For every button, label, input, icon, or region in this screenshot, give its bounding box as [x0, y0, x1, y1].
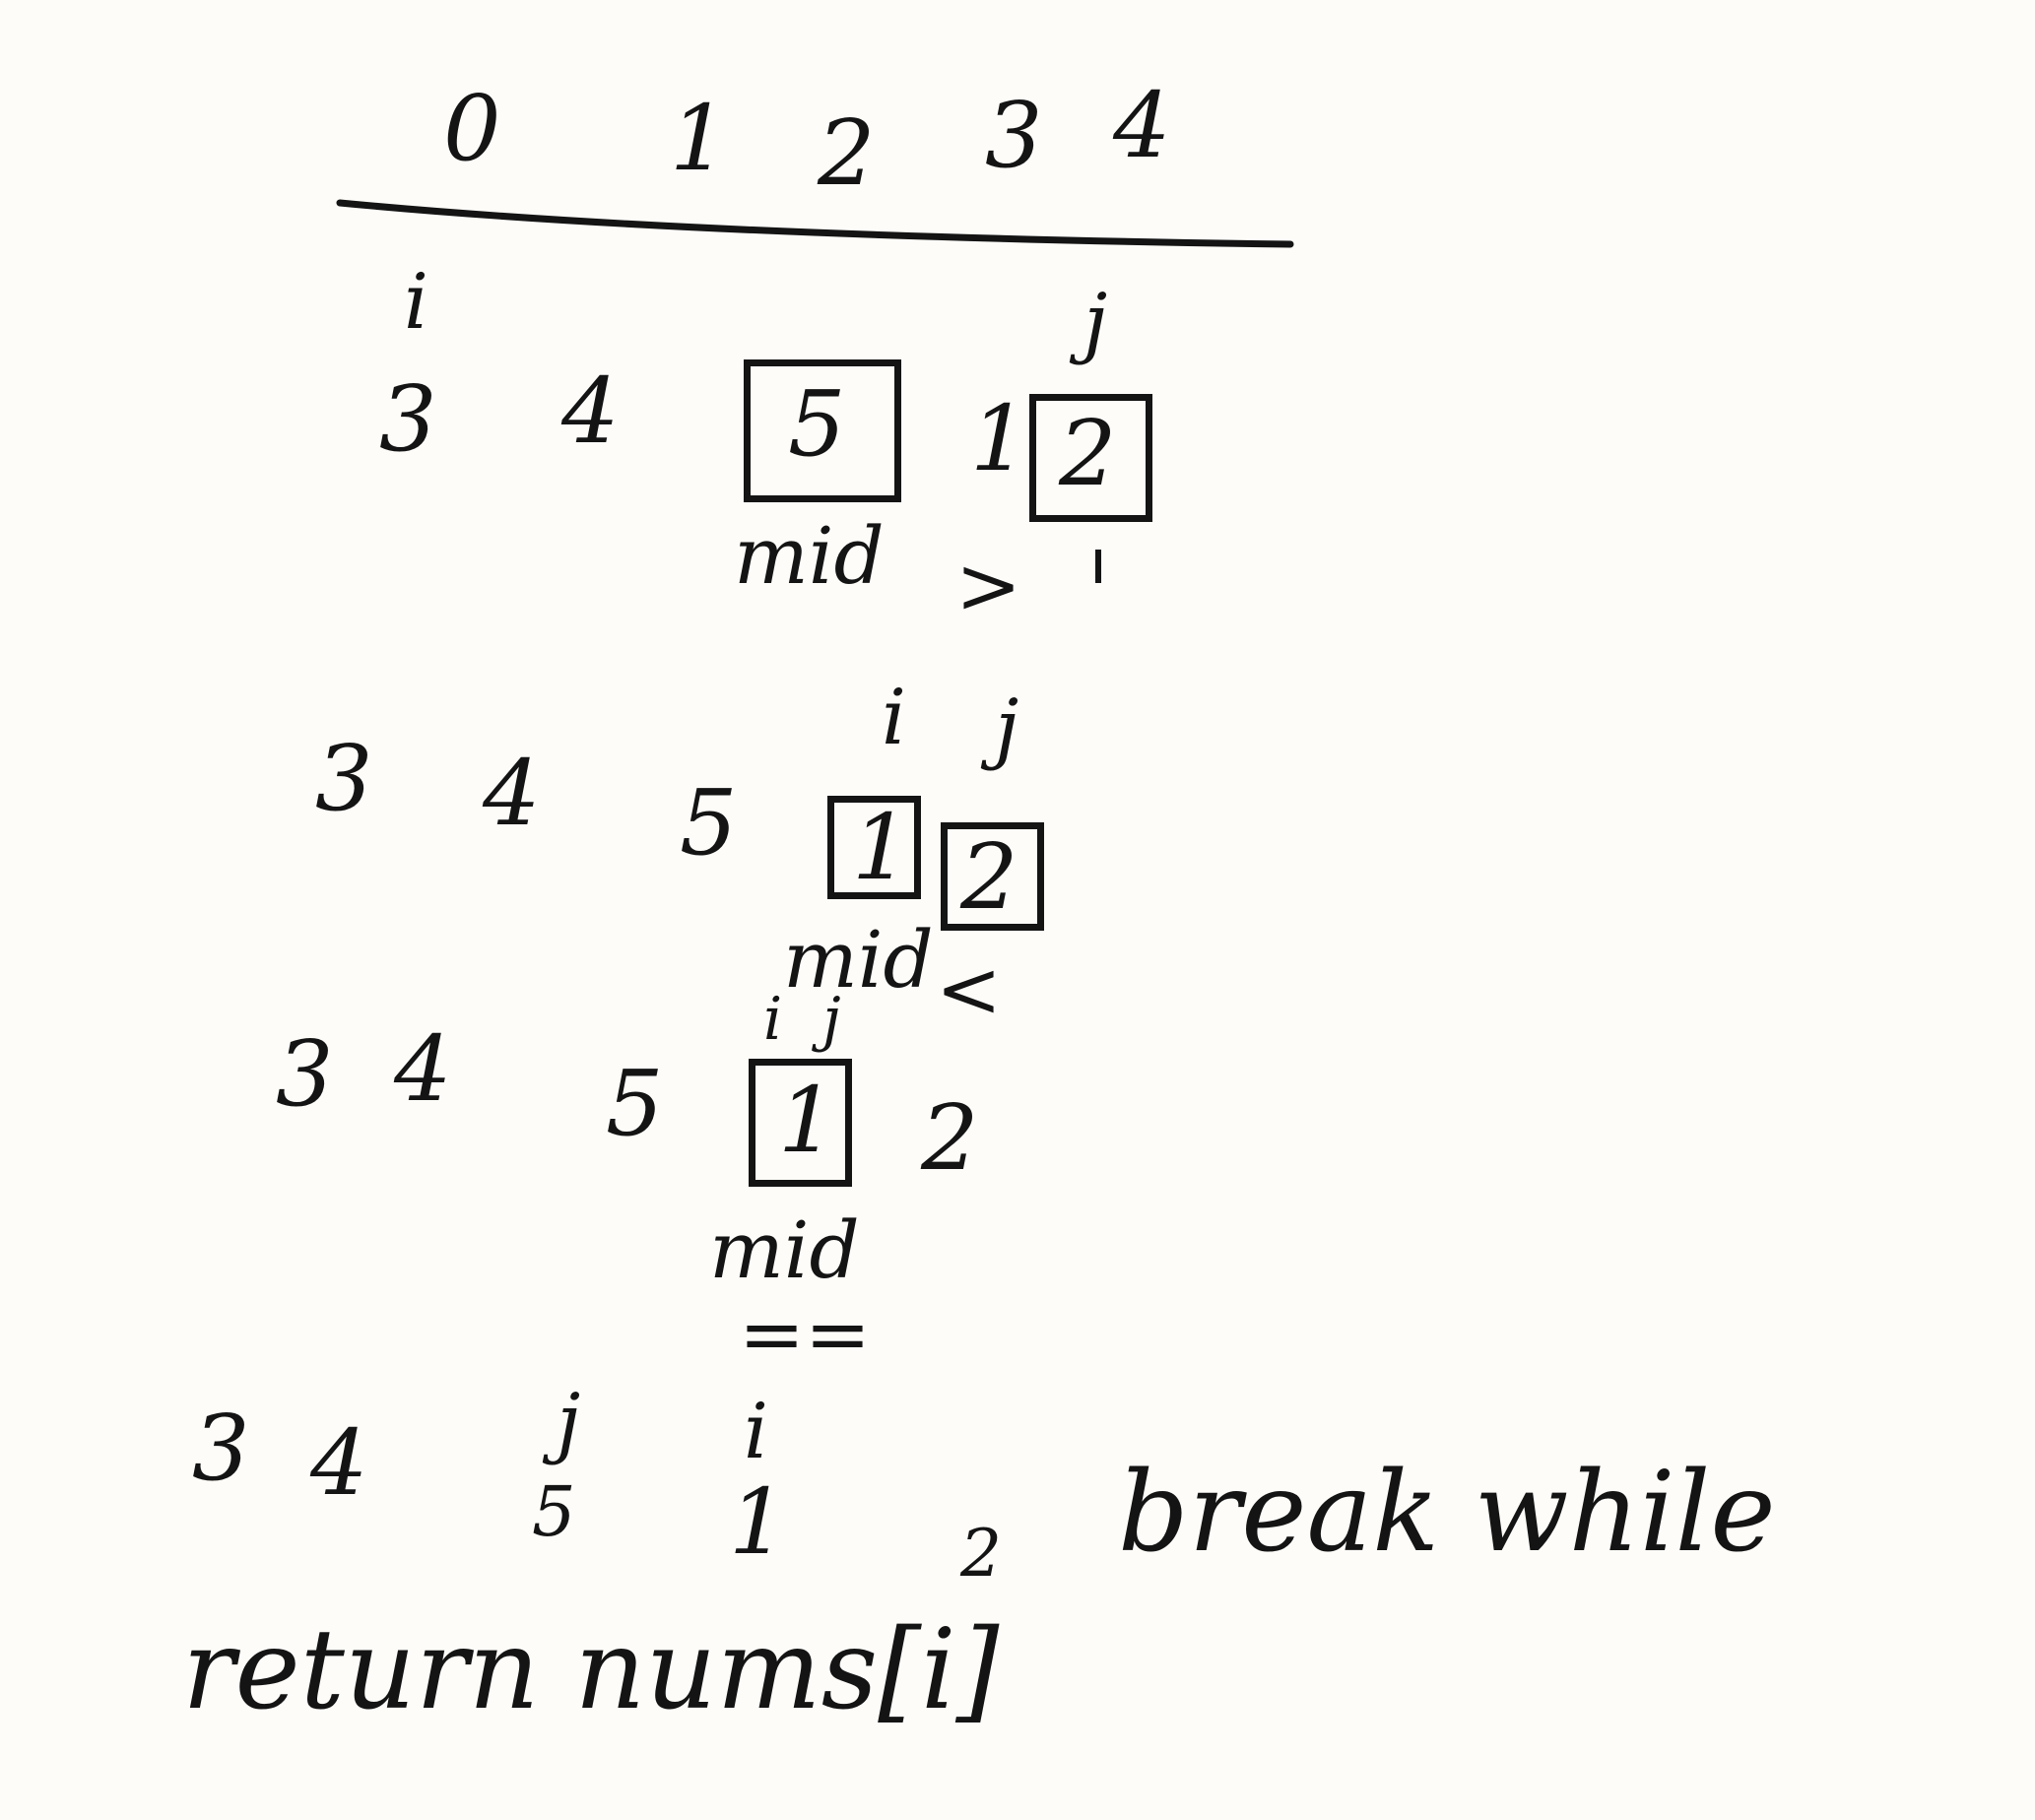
row3-value-0: 3	[276, 1021, 334, 1127]
row4-value-1: 4	[310, 1410, 368, 1516]
row1-value-3: 1	[970, 386, 1028, 491]
row3-value-3: 1	[778, 1068, 836, 1173]
row3-mid-label: mid	[709, 1204, 860, 1296]
row1-value-2: 5	[788, 371, 846, 477]
row2-value-1: 4	[483, 741, 541, 846]
row3-pointer-i: i	[763, 985, 783, 1054]
row4-value-2: 5	[532, 1471, 576, 1552]
row2-mid-label: mid	[783, 914, 934, 1006]
row4-value-0: 3	[192, 1396, 250, 1501]
row1-mid-label: mid	[734, 510, 885, 602]
row1-value-1: 4	[561, 358, 620, 464]
return-statement: return nums[i]	[182, 1606, 1000, 1734]
index-underline	[336, 199, 1294, 248]
row3-value-2: 5	[606, 1051, 664, 1156]
row3-value-4: 2	[921, 1085, 979, 1191]
row2-pointer-i: i	[882, 674, 906, 762]
index-1: 1	[670, 86, 728, 191]
row1-pointer-i: i	[404, 258, 428, 347]
row4-value-4: 2	[960, 1516, 1002, 1592]
break-while-note: break while	[1118, 1449, 1776, 1577]
row3-compare: ==	[739, 1288, 872, 1380]
row4-pointer-j: j	[557, 1378, 581, 1466]
row2-value-2: 5	[680, 770, 738, 876]
index-2: 2	[818, 100, 876, 206]
row1-value-4: 2	[1059, 401, 1117, 506]
handwritten-binary-search-diagram: 0 1 2 3 4 i j 3 4 5 1 2 mid > i j 3 4 5 …	[0, 0, 2035, 1820]
row4-pointer-i: i	[744, 1388, 768, 1476]
row2-value-3: 1	[852, 795, 910, 900]
index-3: 3	[985, 83, 1043, 188]
row1-value-0: 3	[379, 366, 437, 472]
row2-value-4: 2	[960, 824, 1018, 930]
row2-pointer-j: j	[995, 683, 1019, 772]
row4-value-3: 1	[729, 1469, 787, 1575]
row3-value-1: 4	[394, 1016, 452, 1122]
row2-compare: <	[936, 943, 1003, 1035]
index-0: 0	[443, 76, 501, 181]
row2-value-0: 3	[315, 726, 373, 831]
row1-pointer-j: j	[1083, 278, 1108, 366]
row1-compare: >	[955, 540, 1022, 631]
index-4: 4	[1113, 73, 1171, 178]
row3-pointer-j: j	[822, 985, 841, 1054]
